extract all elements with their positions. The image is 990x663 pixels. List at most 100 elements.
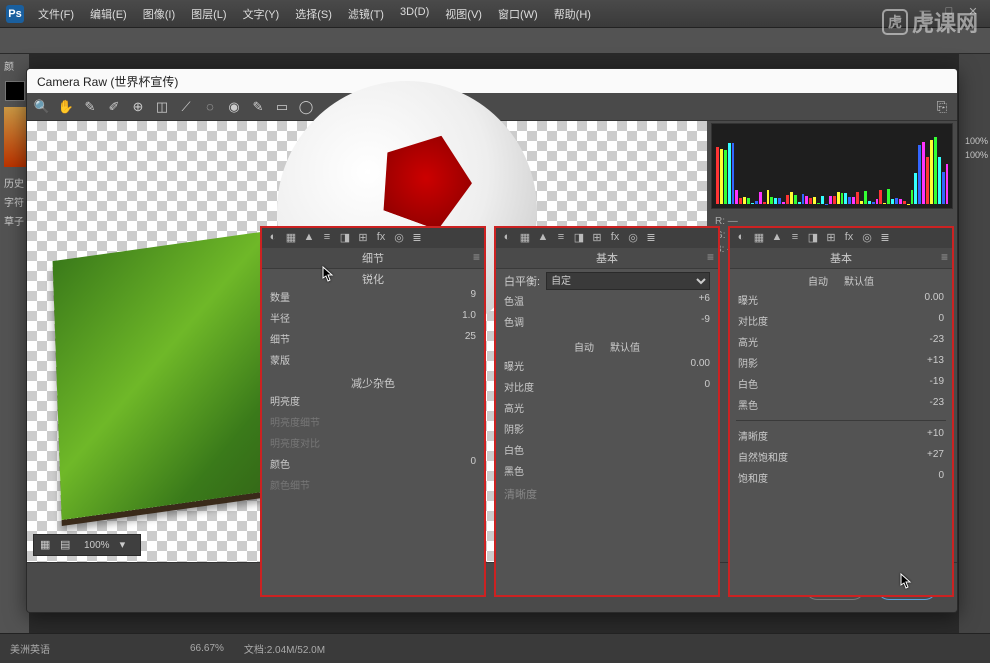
slider-value[interactable]: -23	[930, 334, 944, 349]
slider-row: 阴影	[496, 421, 718, 442]
panel-tab-icon[interactable]: ⊞	[824, 231, 838, 245]
slider-value[interactable]: 0.00	[925, 292, 944, 307]
panel-tab-icon[interactable]: ≡	[788, 231, 802, 245]
menu-item[interactable]: 视图(V)	[439, 2, 488, 26]
panel-tab-icon[interactable]: ≣	[644, 231, 658, 245]
adjustment-brush-icon[interactable]: ✎	[249, 98, 267, 116]
swatch[interactable]	[5, 81, 25, 101]
radial-filter-icon[interactable]: ◯	[297, 98, 315, 116]
menu-item[interactable]: 窗口(W)	[492, 2, 544, 26]
slider-value[interactable]: +10	[927, 428, 944, 443]
panel-title: 细节≡	[262, 248, 484, 269]
slider-label: 明亮度	[270, 393, 300, 408]
panel-menu-icon[interactable]: ≡	[707, 250, 714, 264]
panel-basic-1: ◐▦▲≡◨⊞fx◎≣ 基本≡ 白平衡: 自定 色温+6色调-9 自动 默认值 曝…	[494, 226, 720, 597]
auto-link[interactable]: 自动	[808, 273, 828, 288]
grad-filter-icon[interactable]: ▭	[273, 98, 291, 116]
preview-zoom[interactable]: 100%	[80, 540, 114, 551]
slider-value[interactable]: 0	[938, 470, 944, 485]
slider-value[interactable]: -19	[930, 376, 944, 391]
panel-tab-icon[interactable]: ◐	[500, 231, 514, 245]
slider-row: 白色-19	[730, 376, 952, 397]
panel-tab-icon[interactable]: ▲	[536, 231, 550, 245]
eyedropper-white-icon[interactable]: ✎	[81, 98, 99, 116]
panel-tab-icon[interactable]: ⊞	[590, 231, 604, 245]
hand-tool-icon[interactable]: ✋	[57, 98, 75, 116]
slider-value[interactable]: +27	[927, 449, 944, 464]
panel-menu-icon[interactable]: ≡	[473, 250, 480, 264]
preview-footer: ▦ ▤ 100% ▾	[33, 534, 141, 556]
panel-tab-icon[interactable]: ◐	[266, 231, 280, 245]
menu-item[interactable]: 编辑(E)	[84, 2, 133, 26]
straighten-icon[interactable]: ⟋	[177, 98, 195, 116]
zoom-dropdown-icon[interactable]: ▾	[120, 538, 134, 552]
slider-row: 色温+6	[496, 293, 718, 314]
panel-tab-icon[interactable]: ≣	[410, 231, 424, 245]
slider-label: 对比度	[504, 379, 534, 394]
slider-value[interactable]: 25	[465, 331, 476, 346]
wb-select[interactable]: 自定	[546, 272, 710, 290]
panel-tab-icon[interactable]: ◨	[338, 231, 352, 245]
panel-tab-icon[interactable]: ▦	[752, 231, 766, 245]
default-link[interactable]: 默认值	[610, 339, 640, 354]
slider-value[interactable]: -23	[930, 397, 944, 412]
eyedropper-color-icon[interactable]: ✐	[105, 98, 123, 116]
slider-row: 高光-23	[730, 334, 952, 355]
slider-label: 曝光	[738, 292, 758, 307]
right-panels: 100% 100%	[958, 54, 990, 633]
panel-tabs: ◐ ▦ ▲ ≡ ◨ ⊞ fx ◎ ≣	[730, 228, 952, 248]
menu-item[interactable]: 滤镜(T)	[342, 2, 390, 26]
auto-default-row: 自动 默认值	[730, 269, 952, 292]
gradient-swatch[interactable]	[4, 107, 26, 167]
panel-tab-icon[interactable]: ▦	[284, 231, 298, 245]
redeye-icon[interactable]: ◉	[225, 98, 243, 116]
menu-item[interactable]: 图层(L)	[185, 2, 232, 26]
panel-tab-icon[interactable]: ▲	[770, 231, 784, 245]
menu-item[interactable]: 文件(F)	[32, 2, 80, 26]
default-link[interactable]: 默认值	[844, 273, 874, 288]
slider-label: 曝光	[504, 358, 524, 373]
target-adjust-icon[interactable]: ⊕	[129, 98, 147, 116]
menu-item[interactable]: 帮助(H)	[548, 2, 597, 26]
slider-value[interactable]: 0	[938, 313, 944, 328]
panel-tab-icon[interactable]: ▲	[302, 231, 316, 245]
panel-tab-icon[interactable]: fx	[608, 231, 622, 245]
panel-tab-icon[interactable]: fx	[842, 231, 856, 245]
spot-removal-icon[interactable]: ◌	[201, 98, 219, 116]
slider-value[interactable]: -9	[701, 314, 710, 329]
zoom-tool-icon[interactable]: 🔍	[33, 98, 51, 116]
snapshot-icon[interactable]: ⎘	[933, 98, 951, 116]
panel-tab-icon[interactable]: ≡	[554, 231, 568, 245]
crop-tool-icon[interactable]: ◫	[153, 98, 171, 116]
slider-value[interactable]: 0	[470, 456, 476, 471]
panel-tab-icon[interactable]: ◎	[860, 231, 874, 245]
panel-tab-icon[interactable]: ◎	[626, 231, 640, 245]
panel-menu-icon[interactable]: ≡	[941, 250, 948, 264]
slider-value[interactable]: +6	[699, 293, 710, 308]
slider-value[interactable]: 9	[470, 289, 476, 304]
menu-item[interactable]: 文字(Y)	[237, 2, 286, 26]
panel-tab-icon[interactable]: ≣	[878, 231, 892, 245]
slider-label: 细节	[270, 331, 290, 346]
slider-value[interactable]: 0	[704, 379, 710, 394]
panel-tab-icon[interactable]: ◐	[734, 231, 748, 245]
slider-value[interactable]: 1.0	[462, 310, 476, 325]
panel-tab-icon[interactable]: ◎	[392, 231, 406, 245]
auto-link[interactable]: 自动	[574, 339, 594, 354]
slider-label: 高光	[504, 400, 524, 415]
menu-item[interactable]: 3D(D)	[394, 2, 435, 26]
slider-row: 明亮度	[262, 393, 484, 414]
panel-tab-icon[interactable]: fx	[374, 231, 388, 245]
panel-tab-icon[interactable]: ≡	[320, 231, 334, 245]
menu-item[interactable]: 选择(S)	[289, 2, 338, 26]
panel-tab-icon[interactable]: ⊞	[356, 231, 370, 245]
noise-section: 减少杂色	[262, 373, 484, 393]
grid-icon[interactable]: ▦	[40, 538, 54, 552]
panel-tab-icon[interactable]: ◨	[572, 231, 586, 245]
slider-value[interactable]: 0.00	[691, 358, 710, 373]
slider-value[interactable]: +13	[927, 355, 944, 370]
panel-tab-icon[interactable]: ▦	[518, 231, 532, 245]
filmstrip-icon[interactable]: ▤	[60, 538, 74, 552]
menu-item[interactable]: 图像(I)	[137, 2, 181, 26]
panel-tab-icon[interactable]: ◨	[806, 231, 820, 245]
